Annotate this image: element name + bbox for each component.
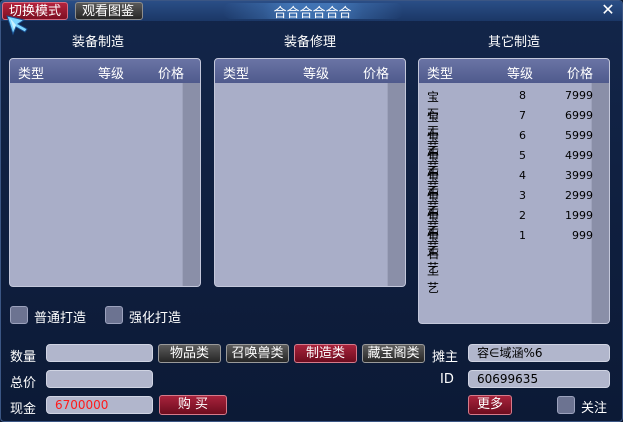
quantity-input[interactable] (46, 344, 153, 362)
list-scrollbar[interactable] (591, 83, 609, 323)
row-price: 4999 (565, 149, 593, 162)
row-price: 6999 (565, 109, 593, 122)
list-scrollbar[interactable] (387, 83, 405, 286)
column-type: 类型 (427, 67, 454, 82)
equipment-crafting-title: 装备制造 (71, 35, 124, 50)
column-price: 价格 (567, 67, 594, 82)
close-icon[interactable]: ✕ (600, 1, 616, 19)
total-price-label: 总价 (10, 376, 37, 391)
equipment-repair-title: 装备修理 (283, 35, 336, 50)
list-scrollbar[interactable] (182, 83, 200, 286)
total-price-field (46, 370, 153, 388)
row-level: 2 (519, 209, 526, 222)
stall-owner-label: 摊主 (432, 350, 459, 365)
list-header: 类型 等级 价格 (10, 59, 200, 83)
column-type: 类型 (223, 67, 250, 82)
row-level: 7 (519, 109, 526, 122)
column-level: 等级 (303, 67, 330, 82)
category-pets-button[interactable]: 召唤兽类 (226, 344, 289, 363)
checkbox-label: 强化打造 (129, 311, 182, 326)
quantity-label: 数量 (10, 350, 37, 365)
buy-button[interactable]: 购 买 (159, 395, 227, 415)
column-level: 等级 (98, 67, 125, 82)
checkbox-box[interactable] (10, 306, 28, 324)
checkbox-label: 普通打造 (34, 311, 87, 326)
row-price: 1999 (565, 209, 593, 222)
list-header: 类型 等级 价格 (215, 59, 405, 83)
normal-forge-checkbox[interactable]: 普通打造 (10, 306, 100, 326)
checkbox-label: 关注 (581, 401, 608, 416)
row-price: 7999 (565, 89, 593, 102)
checkbox-box[interactable] (557, 396, 575, 414)
row-level: 1 (519, 229, 526, 242)
stall-window: 合合合合合合 切换模式 观看图鉴 ✕ 装备制造 装备修理 其它制造 类型 等级 … (0, 0, 623, 422)
column-type: 类型 (18, 67, 45, 82)
column-level: 等级 (507, 67, 534, 82)
row-price: 999 (572, 229, 593, 242)
cash-field: 6700000 (46, 396, 153, 414)
list-header: 类型 等级 价格 (419, 59, 609, 83)
category-items-button[interactable]: 物品类 (158, 344, 221, 363)
category-crafting-button[interactable]: 制造类 (294, 344, 357, 363)
row-level: 3 (519, 189, 526, 202)
equipment-crafting-list[interactable]: 类型 等级 价格 (9, 58, 201, 287)
category-treasure-button[interactable]: 藏宝阁类 (362, 344, 425, 363)
cash-label: 现金 (10, 402, 37, 417)
more-button[interactable]: 更多 (468, 395, 512, 415)
equipment-repair-list[interactable]: 类型 等级 价格 (214, 58, 406, 287)
row-level: 8 (519, 89, 526, 102)
column-price: 价格 (363, 67, 390, 82)
row-level: 5 (519, 149, 526, 162)
column-price: 价格 (158, 67, 185, 82)
checkbox-box[interactable] (105, 306, 123, 324)
stall-owner-field: 容∈域涵%6 (468, 344, 610, 362)
row-price: 5999 (565, 129, 593, 142)
other-crafting-list[interactable]: 类型 等级 价格 宝石工艺 8 7999 宝石工艺 7 6999 宝石工艺 6 … (418, 58, 610, 324)
row-price: 2999 (565, 189, 593, 202)
id-field: 60699635 (468, 370, 610, 388)
row-type: 宝石工艺 (427, 230, 440, 295)
row-level: 4 (519, 169, 526, 182)
row-level: 6 (519, 129, 526, 142)
view-gallery-button[interactable]: 观看图鉴 (75, 2, 143, 20)
id-label: ID (440, 372, 454, 387)
other-crafting-title: 其它制造 (487, 35, 540, 50)
row-price: 3999 (565, 169, 593, 182)
follow-checkbox[interactable]: 关注 (557, 396, 617, 416)
enhanced-forge-checkbox[interactable]: 强化打造 (105, 306, 195, 326)
